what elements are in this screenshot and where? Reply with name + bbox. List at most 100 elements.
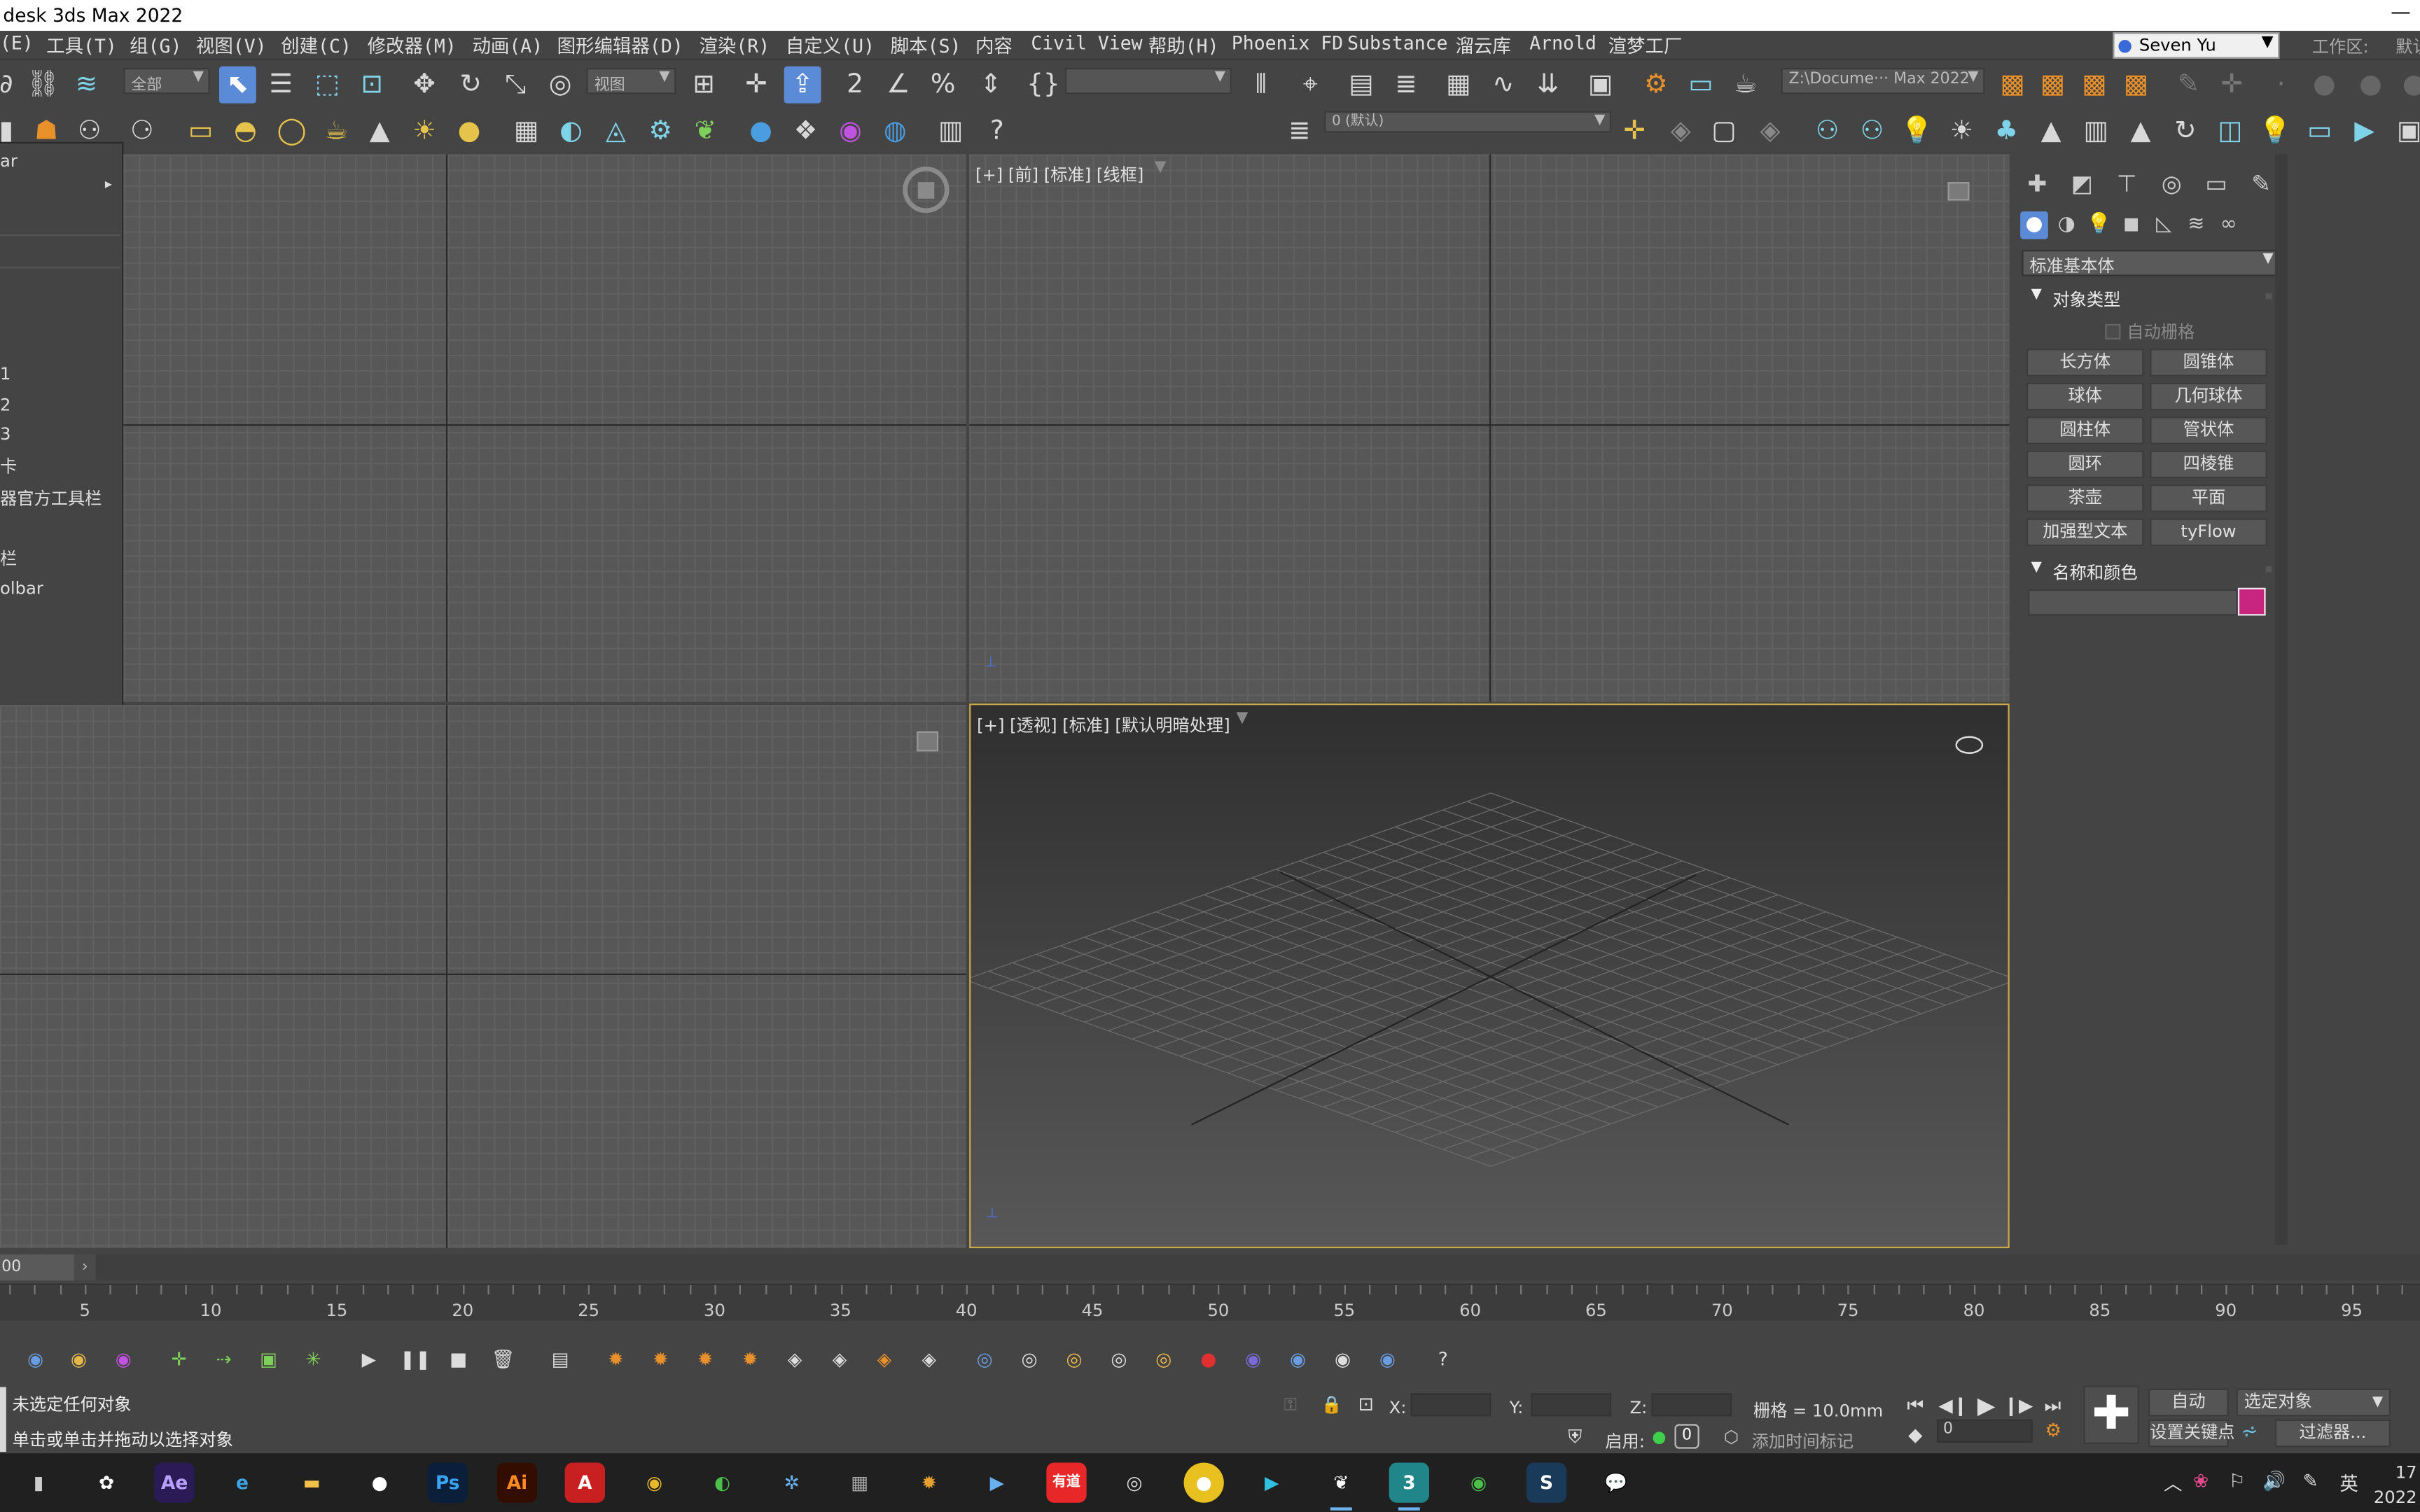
fire-icon-2[interactable]: ✹ xyxy=(647,1345,675,1373)
select-layer-icon[interactable]: ▢ xyxy=(1706,113,1743,150)
auto-grid-checkbox[interactable]: 自动栅格 xyxy=(2105,319,2195,344)
next-frame-arrow-icon[interactable]: › xyxy=(74,1254,96,1281)
link-icon[interactable]: ∂ xyxy=(0,66,25,104)
anim-icon-7[interactable]: ✳ xyxy=(300,1345,328,1373)
browser-icon[interactable]: ◐ xyxy=(702,1462,742,1502)
anim-icon-5[interactable]: ⇢ xyxy=(210,1345,238,1373)
list-icon[interactable]: ▤ xyxy=(546,1345,574,1373)
bulb-icon-2[interactable]: 💡 xyxy=(2256,113,2293,150)
filter-icon[interactable]: ▼ xyxy=(1155,159,1167,176)
rollout-name-color[interactable]: ▼ 名称和颜色 xyxy=(2022,559,2274,584)
rollout-object-type[interactable]: ▼ 对象类型 xyxy=(2022,286,2274,312)
render-cam-icon[interactable]: ⚇ xyxy=(1809,113,1846,150)
clock-time[interactable]: 17 xyxy=(2395,1462,2417,1483)
render-cam-icon-2[interactable]: ⚇ xyxy=(1854,113,1891,150)
selection-filter-dropdown[interactable]: 全部 ▼ xyxy=(123,67,210,94)
sim-icon-1[interactable]: ◉ xyxy=(1239,1345,1267,1373)
app-icon[interactable]: ✲ xyxy=(772,1462,812,1502)
time-slider-thumb[interactable]: 00 xyxy=(0,1254,74,1281)
tray-app-icon-2[interactable]: ⚐ xyxy=(2229,1470,2246,1492)
file-explorer-icon[interactable]: ▬ xyxy=(292,1462,332,1502)
hierarchy-tab-icon[interactable]: ⊤ xyxy=(2110,167,2143,200)
layer-manager-icon[interactable]: ≣ xyxy=(1281,113,1318,150)
menu-item-animation[interactable]: 动画(A) xyxy=(472,32,543,58)
filter-icon[interactable]: ▼ xyxy=(1236,710,1248,727)
project-folder-dropdown[interactable]: Z:\Docume··· Max 2022 ▼ xyxy=(1781,67,1985,94)
sunlight-icon[interactable]: ☀ xyxy=(1943,113,1980,150)
video-icon[interactable]: ▶ xyxy=(2346,113,2383,150)
viewcube-icon[interactable]: ■ xyxy=(903,167,950,214)
pyramid-button[interactable]: 四棱锥 xyxy=(2150,450,2267,479)
scene-explorer-icon[interactable]: ▤ xyxy=(1343,66,1380,104)
tyflow-button[interactable]: tyFlow xyxy=(2150,518,2267,547)
grid-object-icon[interactable]: ▦ xyxy=(508,113,545,150)
omni-light-icon[interactable]: ● xyxy=(451,113,488,150)
menu-entry[interactable]: 器官方工具栏 xyxy=(0,486,102,510)
photoshop-icon[interactable]: Ps xyxy=(427,1462,468,1503)
wechat-icon[interactable]: 💬 xyxy=(1596,1462,1636,1502)
isolate-icon[interactable]: ⚿ xyxy=(1284,1394,1297,1416)
cylinder-button[interactable]: 圆柱体 xyxy=(2026,416,2144,444)
reference-coordinate-dropdown[interactable]: 视图 ▼ xyxy=(586,67,676,94)
x-coord-field[interactable] xyxy=(1410,1393,1491,1417)
curve-editor-icon[interactable]: ∿ xyxy=(1484,66,1522,104)
rect-selection-region-icon[interactable]: ⬚ xyxy=(309,66,346,104)
sim-icon-4[interactable]: ◉ xyxy=(1374,1345,1402,1373)
sim-icon-2[interactable]: ◉ xyxy=(1284,1345,1312,1373)
key-filter-icon[interactable]: ⩫ xyxy=(2241,1421,2258,1444)
viewport-top[interactable]: ■ xyxy=(123,154,966,702)
display-tab-icon[interactable]: ▭ xyxy=(2199,167,2233,200)
menu-entry[interactable]: 3 xyxy=(0,424,11,444)
stop-icon[interactable]: ■ xyxy=(445,1345,473,1373)
edge-icon[interactable]: e xyxy=(222,1462,262,1502)
phoenix-icon-2[interactable]: ◈ xyxy=(826,1345,854,1373)
liquid-icon-3[interactable]: ◎ xyxy=(1060,1345,1088,1373)
phoenix-icon-3[interactable]: ◈ xyxy=(870,1345,898,1373)
edit-named-selection-icon[interactable]: {} xyxy=(1025,66,1062,104)
utilities-tab-icon[interactable]: ✎ xyxy=(2244,167,2278,200)
tree-icon-2[interactable]: ▲ xyxy=(2033,113,2070,150)
window-crossing-icon[interactable]: ⊡ xyxy=(354,66,391,104)
material-browser-icon[interactable]: ❖ xyxy=(787,113,824,150)
schematic-view-icon[interactable]: ⇊ xyxy=(1529,66,1566,104)
place-icon[interactable]: ◎ xyxy=(542,66,579,104)
anim-icon-4[interactable]: ✛ xyxy=(165,1345,193,1373)
plane-light-icon[interactable]: ▭ xyxy=(182,113,219,150)
menu-item-rendering[interactable]: 渲染(R) xyxy=(699,32,770,58)
frame-buffer-icon[interactable]: ▥ xyxy=(932,113,969,150)
help-icon[interactable]: ? xyxy=(1429,1345,1457,1373)
calculator-icon[interactable]: ▦ xyxy=(840,1462,879,1502)
tube-button[interactable]: 管状体 xyxy=(2150,416,2267,444)
player-icon[interactable]: ▶ xyxy=(1252,1462,1292,1502)
lights-icon[interactable]: 💡 xyxy=(2085,211,2113,239)
fire-icon-1[interactable]: ✹ xyxy=(602,1345,630,1373)
helpers-icon[interactable]: ◺ xyxy=(2150,211,2178,239)
menu-entry[interactable]: 栏 xyxy=(0,546,17,570)
material-editor-icon[interactable]: ▣ xyxy=(1582,66,1619,104)
viewport-perspective[interactable]: [+] [透视] [标准] [默认明暗处理] ▼ ⬭ ⊥ xyxy=(969,704,2010,1249)
input-language[interactable]: 英 xyxy=(2339,1470,2358,1496)
unlink-icon[interactable]: ⛓ xyxy=(25,66,62,104)
menu-entry[interactable]: olbar xyxy=(0,579,43,599)
viewport-front[interactable]: [+] [前] [标准] [线框] ▼ ⊥ xyxy=(969,154,2010,702)
time-config-icon[interactable]: ⚙ xyxy=(2045,1420,2061,1441)
material-library-icon[interactable]: ◉ xyxy=(832,113,869,150)
rendered-frame-window-icon[interactable]: ▭ xyxy=(1682,66,1719,104)
menu-item-graph-editors[interactable]: 图形编辑器(D) xyxy=(557,32,683,58)
app-icon-4[interactable]: ❦ xyxy=(1321,1462,1361,1511)
scale-icon[interactable]: ⤡ xyxy=(497,66,534,104)
create-layer-icon[interactable]: ✛ xyxy=(1616,113,1653,150)
phoenix-icon-1[interactable]: ◈ xyxy=(781,1345,809,1373)
space-warps-icon[interactable]: ≋ xyxy=(2183,211,2211,239)
key-mode-icon[interactable]: ◆ xyxy=(1901,1421,1929,1449)
align-icon[interactable]: ⌖ xyxy=(1292,66,1329,104)
menu-item-group[interactable]: 组(G) xyxy=(130,32,181,58)
cameras-icon[interactable]: ◼ xyxy=(2118,211,2146,239)
camera-icon[interactable]: ⚆ xyxy=(123,113,160,150)
fire-icon-4[interactable]: ✹ xyxy=(736,1345,764,1373)
teapot-button[interactable]: 茶壶 xyxy=(2026,484,2144,512)
add-to-layer-icon[interactable]: ◈ xyxy=(1662,113,1699,150)
layer-explorer-icon[interactable]: ≣ xyxy=(1387,66,1424,104)
menu-entry[interactable]: 1 xyxy=(0,364,11,384)
liquid-icon-1[interactable]: ◎ xyxy=(971,1345,999,1373)
